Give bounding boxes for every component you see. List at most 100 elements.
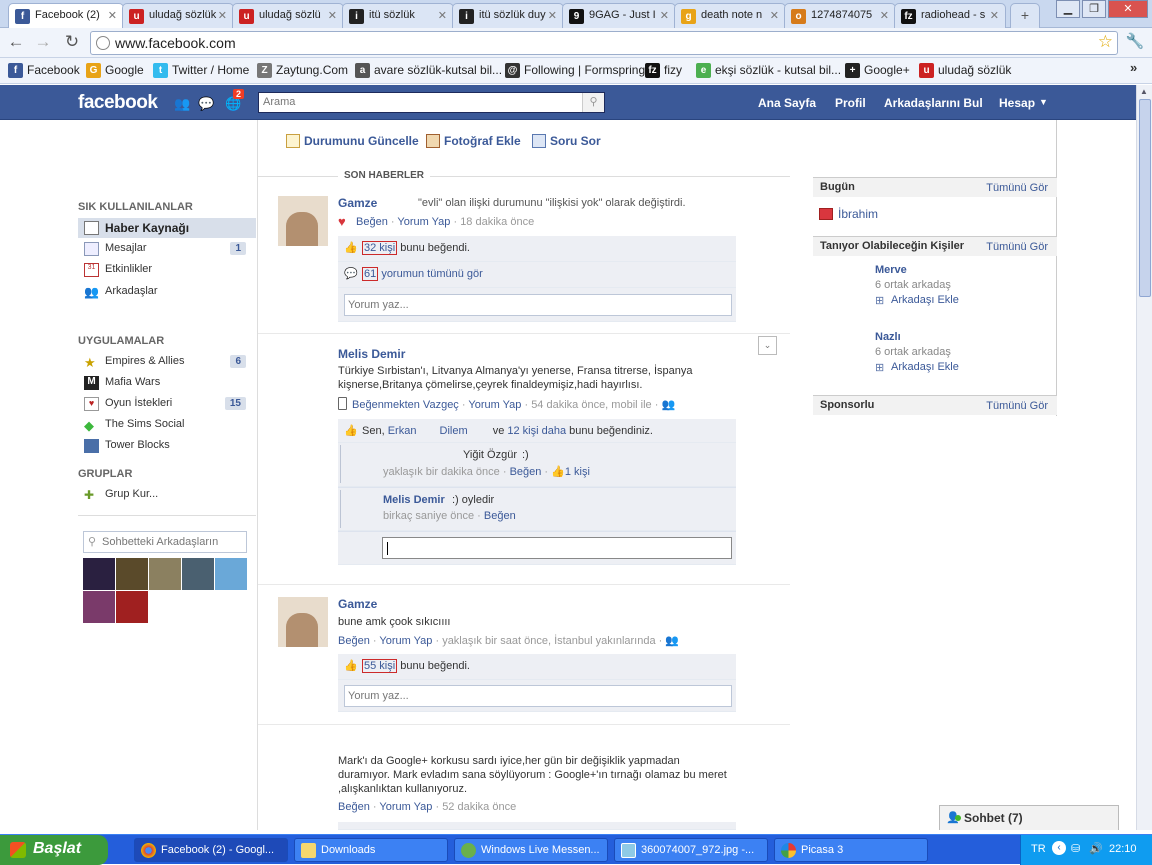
close-icon[interactable]: ✕ <box>990 9 999 22</box>
comment-link[interactable]: Yorum Yap <box>379 635 432 647</box>
chat-friends-search-input[interactable]: ⚲ Sohbetteki Arkadaşların <box>83 531 247 553</box>
comment-link[interactable]: Yorum Yap <box>468 399 521 411</box>
start-button[interactable]: Başlat <box>0 835 108 865</box>
close-icon[interactable]: ✕ <box>660 9 669 22</box>
view-all-comments-link[interactable]: yorumun tümünü gör <box>381 268 483 280</box>
nav-account[interactable]: Hesap <box>999 96 1035 110</box>
bookmark-google[interactable]: G Google <box>86 63 144 78</box>
tab-facebook[interactable]: f Facebook (2) ✕ <box>8 3 124 29</box>
birthday-person-link[interactable]: İbrahim <box>838 207 878 221</box>
bookmark-zaytung[interactable]: Z Zaytung.Com <box>257 63 348 78</box>
sidebar-item-tower-blocks[interactable]: Tower Blocks <box>78 436 256 456</box>
see-all-link[interactable]: Tümünü Gör <box>986 182 1048 194</box>
sidebar-item-events[interactable]: 31 Etkinlikler <box>78 260 256 280</box>
bookmark-uludag[interactable]: u uludağ sözlük <box>919 63 1011 78</box>
friend-requests-icon[interactable]: 👥 <box>174 96 190 111</box>
like-link[interactable]: Beğen <box>484 510 516 522</box>
nav-profile[interactable]: Profil <box>835 96 866 110</box>
bookmark-fizy[interactable]: fz fizy <box>645 63 682 78</box>
sidebar-item-friends[interactable]: 👥 Arkadaşlar <box>78 282 256 302</box>
sidebar-item-empires[interactable]: ★ Empires & Allies 6 <box>78 352 256 372</box>
search-input[interactable]: Arama ⚲ <box>258 92 605 113</box>
sidebar-item-sims-social[interactable]: ◆ The Sims Social <box>78 415 256 435</box>
story-author-link[interactable]: Melis Demir <box>338 347 405 361</box>
facebook-logo[interactable]: facebook <box>78 92 158 114</box>
comment-likes-link[interactable]: 1 kişi <box>565 466 590 478</box>
vertical-scrollbar[interactable]: ▲ <box>1136 85 1152 830</box>
tray-arrow-icon[interactable]: ‹ <box>1052 841 1066 855</box>
add-friend-button[interactable]: ⊞ Arkadaşı Ekle <box>875 361 959 374</box>
more-likers-link[interactable]: 12 kişi daha <box>507 425 566 437</box>
story-author-link[interactable]: Gamze <box>338 196 377 210</box>
bookmark-formspring[interactable]: @ Following | Formspring <box>505 63 645 78</box>
liker-link[interactable]: Dilem <box>440 425 468 437</box>
tab-google-search[interactable]: g death note n ✕ <box>674 3 786 28</box>
close-icon[interactable]: ✕ <box>218 9 227 22</box>
tab-image[interactable]: o 1274874075 ✕ <box>784 3 896 28</box>
comment-link[interactable]: Yorum Yap <box>397 216 450 228</box>
avatar[interactable] <box>83 591 115 623</box>
bookmark-avare[interactable]: a avare sözlük-kutsal bil... <box>355 63 502 78</box>
sidebar-item-game-requests[interactable]: ♥ Oyun İstekleri 15 <box>78 394 256 414</box>
avatar[interactable] <box>278 597 328 647</box>
reload-icon[interactable]: ↻ <box>61 32 83 54</box>
comment-input-active[interactable] <box>382 537 732 559</box>
like-link[interactable]: Beğen <box>356 216 388 228</box>
avatar[interactable] <box>278 196 328 246</box>
close-icon[interactable]: ✕ <box>880 9 889 22</box>
see-all-link[interactable]: Tümünü Gör <box>986 400 1048 412</box>
add-photo-button[interactable]: Fotoğraf Ekle <box>426 134 521 148</box>
taskbar-item-chrome[interactable]: Facebook (2) - Googl... <box>134 838 288 862</box>
like-link[interactable]: Beğen <box>510 466 542 478</box>
person-name-link[interactable]: Merve <box>875 264 959 276</box>
chat-dock-button[interactable]: 👤 Sohbet (7) <box>939 805 1119 830</box>
clock[interactable]: 22:10 <box>1109 843 1137 855</box>
sidebar-item-news-feed[interactable]: Haber Kaynağı <box>78 218 256 238</box>
taskbar-item-messenger[interactable]: Windows Live Messen... <box>454 838 608 862</box>
maximize-icon[interactable]: ❐ <box>1082 0 1106 18</box>
avatar[interactable] <box>215 558 247 590</box>
likes-count-link[interactable]: 55 kişi <box>362 659 398 673</box>
comment-input[interactable]: Yorum yaz... <box>344 294 732 316</box>
chevron-down-icon[interactable]: ⌄ <box>758 336 777 355</box>
story-author-link[interactable]: Gamze <box>338 597 377 611</box>
taskbar-item-image-viewer[interactable]: 360074007_972.jpg -... <box>614 838 768 862</box>
liker-link[interactable]: Erkan <box>388 425 417 437</box>
avatar[interactable] <box>116 558 148 590</box>
avatar[interactable] <box>182 558 214 590</box>
tab-uludag-2[interactable]: u uludağ sözlü ✕ <box>232 3 344 28</box>
tab-9gag[interactable]: 9 9GAG - Just I ✕ <box>562 3 676 28</box>
nav-find-friends[interactable]: Arkadaşlarını Bul <box>884 96 983 110</box>
see-all-link[interactable]: Tümünü Gör <box>986 241 1048 253</box>
search-icon[interactable]: ⚲ <box>582 93 604 112</box>
bookmark-googleplus[interactable]: + Google+ <box>845 63 910 78</box>
avatar[interactable] <box>149 558 181 590</box>
comment-author[interactable]: Melis Demir <box>383 494 445 506</box>
comment-input[interactable]: Yorum yaz... <box>344 685 732 707</box>
nav-home[interactable]: Ana Sayfa <box>758 96 816 110</box>
language-indicator[interactable]: TR <box>1031 843 1046 855</box>
close-icon[interactable]: ✕ <box>548 9 557 22</box>
minimize-icon[interactable]: ▁ <box>1056 0 1080 18</box>
address-bar[interactable]: www.facebook.com ☆ <box>90 31 1118 55</box>
like-link[interactable]: Beğen <box>338 801 370 813</box>
scroll-up-icon[interactable]: ▲ <box>1140 87 1148 96</box>
sidebar-item-create-group[interactable]: ✚ Grup Kur... <box>78 485 256 505</box>
tab-fizy[interactable]: fz radiohead - s ✕ <box>894 3 1006 28</box>
close-icon[interactable]: ✕ <box>328 9 337 22</box>
close-icon[interactable]: ✕ <box>438 9 447 22</box>
unlike-link[interactable]: Beğenmekten Vazgeç <box>352 399 459 411</box>
taskbar-item-downloads[interactable]: Downloads <box>294 838 448 862</box>
tab-itu-1[interactable]: i itü sözlük ✕ <box>342 3 454 28</box>
network-icon[interactable]: ⛁ <box>1071 842 1080 855</box>
comment-author[interactable]: Yiğit Özgür <box>463 449 517 461</box>
bookmark-twitter[interactable]: t Twitter / Home <box>153 63 249 78</box>
tab-uludag-1[interactable]: u uludağ sözlük ✕ <box>122 3 234 28</box>
update-status-button[interactable]: Durumunu Güncelle <box>286 134 419 148</box>
taskbar-item-picasa[interactable]: Picasa 3 <box>774 838 928 862</box>
forward-arrow-icon[interactable]: → <box>32 32 54 54</box>
volume-icon[interactable]: 🔊 <box>1089 842 1103 855</box>
bookmark-facebook[interactable]: f Facebook <box>8 63 80 78</box>
new-tab-button[interactable]: + <box>1010 3 1040 28</box>
tab-itu-2[interactable]: i itü sözlük duy ✕ <box>452 3 564 28</box>
